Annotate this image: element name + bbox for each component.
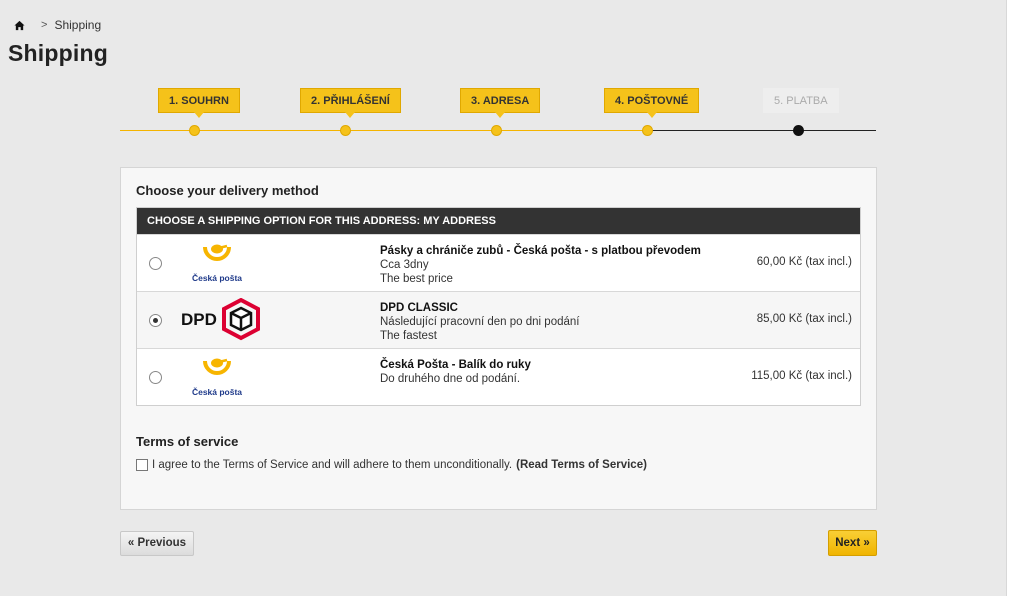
step-dot-address	[491, 125, 502, 136]
shipping-option-price: 85,00 Kč (tax incl.)	[756, 313, 852, 325]
shipping-option-row[interactable]: Česká pošta Česká Pošta - Balík do ruky …	[137, 348, 860, 405]
shipping-option-row[interactable]: DPD DPD CLASSIC Následující pracovní den…	[137, 291, 860, 348]
terms-heading: Terms of service	[136, 434, 239, 449]
logo-text: Česká pošta	[192, 386, 242, 397]
step-dot-payment	[793, 125, 804, 136]
shipping-option-delay: Následující pracovní den po dni podání	[380, 316, 580, 328]
shipping-option-title: DPD CLASSIC	[380, 302, 458, 314]
shipping-option-delay: Cca 3dny	[380, 259, 429, 271]
terms-text: I agree to the Terms of Service and will…	[152, 459, 513, 471]
shipping-option-radio[interactable]	[149, 371, 162, 384]
progress-line-remaining	[648, 130, 876, 131]
terms-checkbox[interactable]	[136, 459, 148, 471]
shipping-option-title: Česká Pošta - Balík do ruky	[380, 359, 531, 371]
step-address[interactable]: 3. ADRESA	[460, 88, 541, 118]
logo-text: DPD	[181, 310, 217, 329]
shipping-options-header: CHOOSE A SHIPPING OPTION FOR THIS ADDRES…	[137, 208, 860, 234]
page: > Shipping Shipping 1. SOUHRN 2. PŘIHLÁŠ…	[0, 0, 1007, 596]
shipping-option-radio[interactable]	[149, 314, 162, 327]
next-button[interactable]: Next »	[828, 530, 877, 556]
shipping-option-price: 115,00 Kč (tax incl.)	[751, 370, 852, 382]
ceska-posta-logo: Česká pošta	[192, 244, 242, 283]
shipping-option-text: DPD CLASSIC Následující pracovní den po …	[380, 301, 579, 343]
checkout-steps: 1. SOUHRN 2. PŘIHLÁŠENÍ 3. ADRESA 4. POŠ…	[120, 88, 876, 138]
page-title: Shipping	[8, 40, 108, 66]
step-payment: 5. PLATBA	[763, 88, 839, 113]
dpd-logo: DPD	[181, 298, 260, 341]
step-shipping: 4. POŠTOVNÉ	[604, 88, 700, 118]
terms-row: I agree to the Terms of Service and will…	[136, 459, 647, 471]
step-login[interactable]: 2. PŘIHLÁŠENÍ	[300, 88, 401, 118]
step-dot-login	[340, 125, 351, 136]
delivery-panel: Choose your delivery method CHOOSE A SHI…	[120, 167, 877, 510]
delivery-heading: Choose your delivery method	[136, 183, 319, 198]
shipping-option-title: Pásky a chrániče zubů - Česká pošta - s …	[380, 245, 701, 257]
breadcrumb-separator: >	[41, 19, 48, 31]
logo-text: Česká pošta	[192, 272, 242, 283]
step-summary[interactable]: 1. SOUHRN	[158, 88, 240, 118]
breadcrumb-current: Shipping	[54, 18, 102, 32]
shipping-option-text: Česká Pošta - Balík do ruky Do druhého d…	[380, 358, 531, 386]
step-dot-shipping	[642, 125, 653, 136]
home-icon[interactable]	[14, 20, 25, 31]
shipping-option-row[interactable]: Česká pošta Pásky a chrániče zubů - Česk…	[137, 234, 860, 291]
previous-button[interactable]: « Previous	[120, 531, 194, 556]
breadcrumb: > Shipping	[14, 17, 101, 33]
shipping-option-delay: Do druhého dne od podání.	[380, 373, 521, 385]
shipping-option-note: The fastest	[380, 330, 437, 342]
shipping-option-price: 60,00 Kč (tax incl.)	[756, 256, 852, 268]
step-dot-summary	[189, 125, 200, 136]
shipping-options-table: CHOOSE A SHIPPING OPTION FOR THIS ADDRES…	[136, 207, 861, 406]
ceska-posta-logo: Česká pošta	[192, 358, 242, 397]
shipping-option-radio[interactable]	[149, 257, 162, 270]
shipping-option-text: Pásky a chrániče zubů - Česká pošta - s …	[380, 244, 701, 286]
shipping-option-note: The best price	[380, 273, 453, 285]
read-terms-link[interactable]: (Read Terms of Service)	[516, 459, 647, 471]
